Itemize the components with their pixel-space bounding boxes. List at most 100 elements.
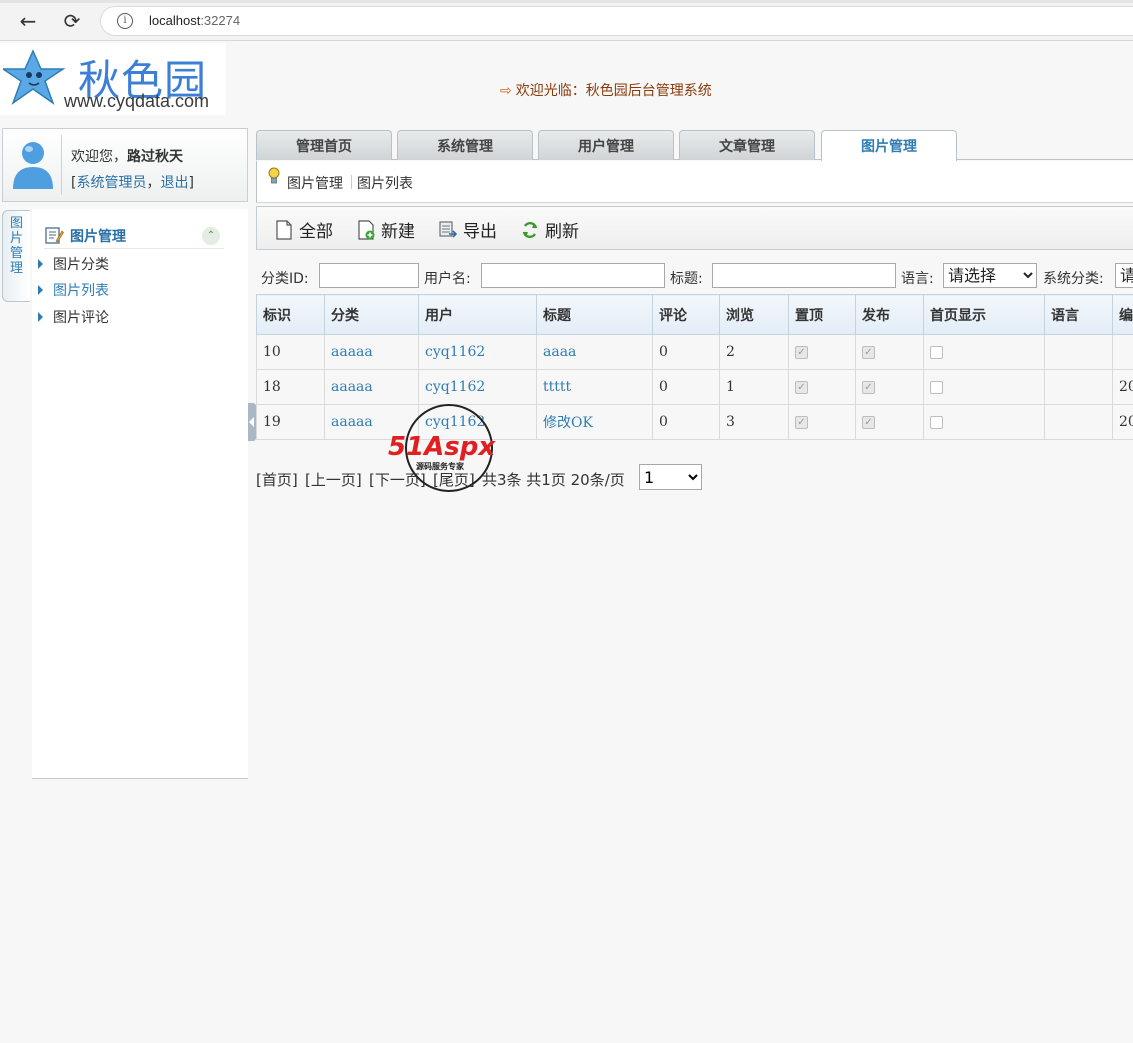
username-label: 用户名: [424,271,471,287]
cell-title-link[interactable]: 修改OK [543,415,593,431]
column-header[interactable]: 用户 [418,294,537,335]
triangle-right-icon [38,259,43,269]
browser-top-edge [0,0,1133,3]
sidebar-heading-label: 图片管理 [70,229,126,245]
cell-id: 18 [256,369,325,405]
sidebar-item-comments[interactable]: 图片评论 [38,307,109,327]
user-avatar-icon [13,142,53,189]
publish-checkbox[interactable]: ✓ [862,380,875,394]
welcome-text: 欢迎光临：秋色园后台管理系统 [515,83,712,99]
column-header[interactable]: 评论 [652,294,720,335]
table-row: 10 aaaaa cyq1162 aaaa 0 2 ✓ ✓ [256,334,1133,370]
home-checkbox[interactable] [930,415,943,429]
prev-page-link[interactable]: [上一页] [305,469,362,490]
side-tab-char: 管 [9,246,23,261]
username-input[interactable] [481,263,665,288]
cell-language [1044,369,1113,405]
column-header[interactable]: 置顶 [788,294,856,335]
home-checkbox[interactable] [930,380,943,394]
cell-title-link[interactable]: ttttt [543,379,571,395]
page-select[interactable]: 1 [639,464,702,490]
column-header[interactable]: 标识 [256,294,325,335]
show-all-button[interactable]: 全部 [275,217,333,242]
tab-pictures[interactable]: 图片管理 [821,130,957,161]
column-header[interactable]: 发布 [855,294,924,335]
category-id-input[interactable] [319,263,419,288]
tab-articles[interactable]: 文章管理 [679,130,815,160]
search-filters: 分类ID: 用户名: 标题: 语言: 请选择 系统分类: 请 [256,262,1133,290]
arrow-right-icon: ⇨ [500,83,512,99]
column-header[interactable]: 标题 [536,294,653,335]
system-category-label: 系统分类: [1043,271,1104,287]
table-header-row: 标识 分类 用户 标题 评论 浏览 置顶 发布 首页显示 语言 编 [256,294,1133,335]
cell-edit[interactable] [1112,334,1133,370]
triangle-right-icon [38,285,43,295]
column-header[interactable]: 语言 [1044,294,1113,335]
publish-checkbox[interactable]: ✓ [862,415,875,429]
url-host: localhost [149,13,201,28]
first-page-link[interactable]: [首页] [256,469,298,490]
cell-user-link[interactable]: cyq1162 [425,379,485,395]
sidebar-item-list[interactable]: 图片列表 [38,280,109,300]
logout-link[interactable]: 退出 [160,175,188,191]
table-row: 18 aaaaa cyq1162 ttttt 0 1 ✓ ✓ 20 [256,369,1133,405]
breadcrumb-separator [351,175,352,189]
new-button[interactable]: 新建 [357,217,415,242]
welcome-banner: ⇨ 欢迎光临：秋色园后台管理系统 [500,80,712,100]
cell-views: 3 [719,404,789,440]
top-checkbox[interactable]: ✓ [795,345,808,359]
sidebar-heading[interactable]: 图片管理 ⌃ [44,225,224,249]
cell-edit[interactable]: 20 [1112,369,1133,405]
reload-icon[interactable]: ⟳ [60,9,84,33]
title-input[interactable] [712,263,896,288]
cell-title-link[interactable]: aaaa [543,344,576,360]
address-url[interactable]: localhost:32274 [149,13,240,28]
cell-user-link[interactable]: cyq1162 [425,344,485,360]
greeting-prefix: 欢迎您， [71,149,127,165]
publish-checkbox[interactable]: ✓ [862,345,875,359]
blank-page-icon [276,220,292,240]
export-label: 导出 [463,222,497,242]
top-checkbox[interactable]: ✓ [795,415,808,429]
column-header[interactable]: 浏览 [719,294,789,335]
cell-edit[interactable]: 20 [1112,404,1133,440]
action-toolbar: 全部 新建 导出 刷新 [256,206,1133,250]
top-checkbox[interactable]: ✓ [795,380,808,394]
column-header[interactable]: 编 [1112,294,1133,335]
cell-views: 1 [719,369,789,405]
sidebar-item-label: 图片分类 [53,257,109,273]
url-port: :32274 [200,13,241,28]
role-link[interactable]: 系统管理员 [76,175,146,191]
breadcrumb-item[interactable]: 图片管理 [287,173,343,193]
site-logo[interactable]: 秋色园 www.cyqdata.com [0,43,226,115]
cell-views: 2 [719,334,789,370]
breadcrumb-item[interactable]: 图片列表 [357,173,413,193]
tab-home[interactable]: 管理首页 [256,130,392,160]
user-name: 路过秋天 [127,149,183,165]
collapse-up-icon[interactable]: ⌃ [202,227,220,245]
refresh-button[interactable]: 刷新 [521,217,579,242]
sidebar-collapse-handle[interactable] [248,403,256,441]
language-label: 语言: [901,271,934,287]
system-category-select[interactable]: 请 [1115,263,1133,288]
side-tab-picture-management[interactable]: 图 片 管 理 [2,210,30,302]
sidebar-item-category[interactable]: 图片分类 [38,254,109,274]
sidebar: 图片管理 ⌃ 图片分类 图片列表 图片评论 [32,209,248,779]
tab-system[interactable]: 系统管理 [397,130,533,160]
cell-category-link[interactable]: aaaaa [331,414,373,430]
column-header[interactable]: 分类 [324,294,419,335]
cell-category-link[interactable]: aaaaa [331,379,373,395]
tab-users[interactable]: 用户管理 [538,130,674,160]
cell-category-link[interactable]: aaaaa [331,344,373,360]
home-checkbox[interactable] [930,345,943,359]
export-button[interactable]: 导出 [439,217,497,242]
back-arrow-icon[interactable]: ← [16,9,40,33]
column-header[interactable]: 首页显示 [923,294,1045,335]
side-tab-char: 图 [9,216,23,231]
address-bar[interactable]: i localhost:32274 [100,6,1133,36]
site-info-icon[interactable]: i [117,13,133,29]
sidebar-item-label: 图片评论 [53,310,109,326]
new-label: 新建 [381,222,415,242]
refresh-icon [522,221,538,239]
language-select[interactable]: 请选择 [943,263,1037,288]
